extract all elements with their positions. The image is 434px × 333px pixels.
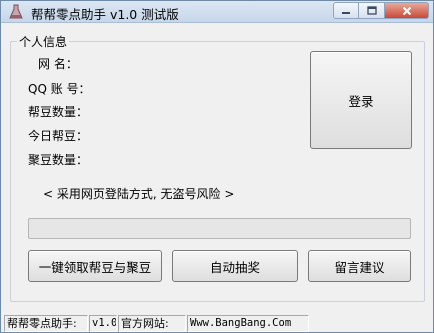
group-title: 个人信息 xyxy=(17,33,70,50)
collect-beans-button[interactable]: 一键领取帮豆与聚豆 xyxy=(28,250,162,282)
maximize-icon xyxy=(366,6,377,15)
flask-icon xyxy=(9,4,23,19)
status-bar: 帮帮零点助手: v1.0 官方网站: Www.BangBang.Com xyxy=(1,315,433,332)
feedback-button[interactable]: 留言建议 xyxy=(308,250,411,282)
status-app-name: 帮帮零点助手: xyxy=(4,315,88,332)
window-title: 帮帮零点助手 v1.0 测试版 xyxy=(31,7,179,22)
today-bangdou-label: 今日帮豆： xyxy=(28,129,89,143)
minimize-button[interactable] xyxy=(333,2,359,19)
bangdou-count-label: 帮豆数量： xyxy=(28,105,89,119)
status-version: v1.0 xyxy=(89,315,117,332)
maximize-button[interactable] xyxy=(359,2,385,19)
close-icon xyxy=(402,6,411,15)
login-notice: < 采用网页登陆方式, 无盗号风险 > xyxy=(43,187,235,201)
title-bar[interactable]: 帮帮零点助手 v1.0 测试版 xyxy=(1,1,433,23)
judou-count-label: 聚豆数量： xyxy=(28,153,89,167)
close-button[interactable] xyxy=(385,2,429,19)
nickname-label: 网 名： xyxy=(38,57,78,71)
progress-bar xyxy=(28,218,411,239)
minimize-icon xyxy=(342,11,350,14)
qq-account-label: QQ 账 号： xyxy=(28,82,91,96)
window-controls xyxy=(333,2,429,20)
main-window: 帮帮零点助手 v1.0 测试版 个人信息 网 名： QQ 账 号： 帮豆数量： … xyxy=(0,0,434,333)
status-site-url[interactable]: Www.BangBang.Com xyxy=(187,315,309,332)
status-site-label: 官方网站: xyxy=(118,315,186,332)
auto-lottery-button[interactable]: 自动抽奖 xyxy=(172,250,298,282)
login-button[interactable]: 登录 xyxy=(310,51,412,149)
